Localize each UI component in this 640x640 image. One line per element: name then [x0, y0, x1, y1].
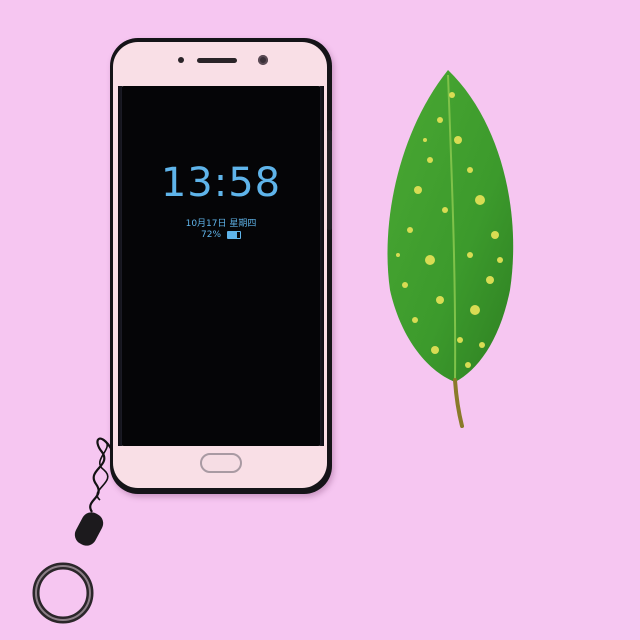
leaf-stem [453, 378, 464, 428]
leaf [387, 70, 514, 428]
photo-scene: 13:58 10月17日 星期四 72% [0, 0, 640, 640]
